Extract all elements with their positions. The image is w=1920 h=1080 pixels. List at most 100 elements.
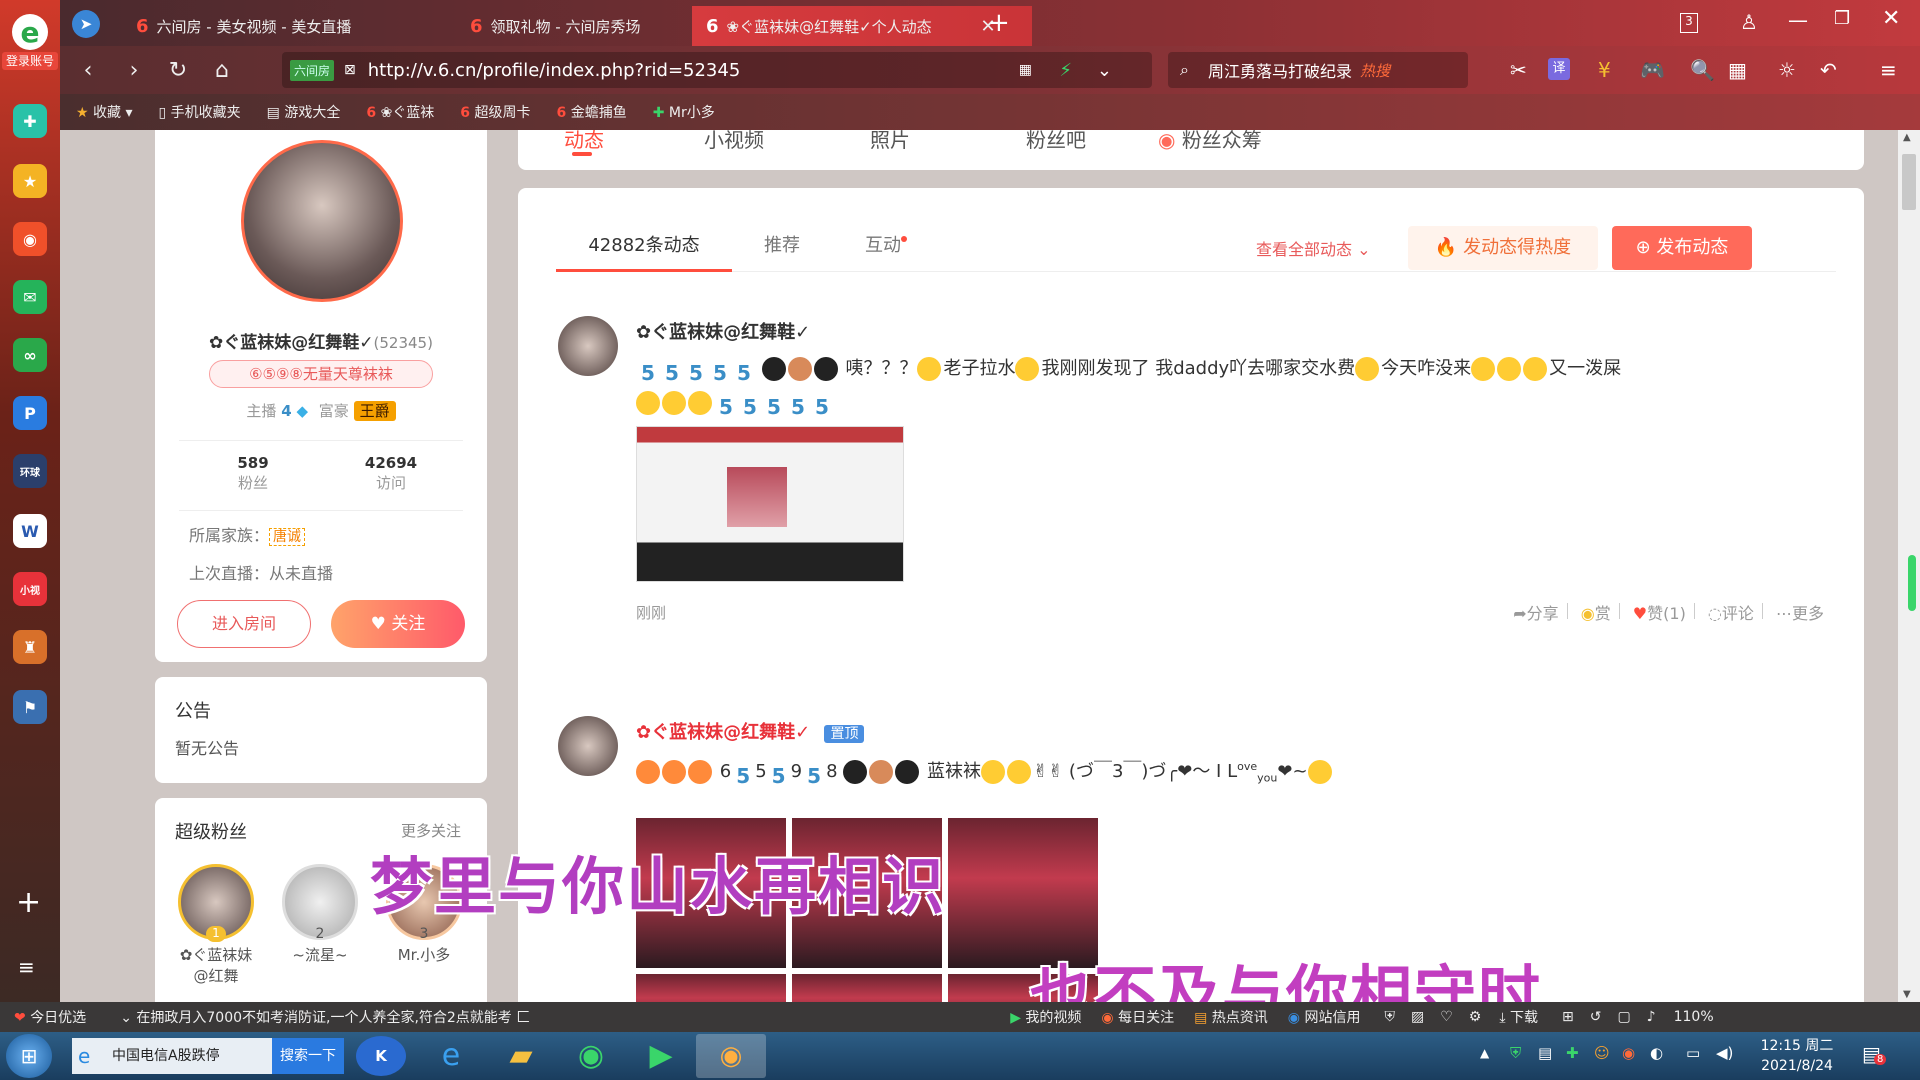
superfan-2[interactable]: 2 ~流星~	[275, 864, 365, 965]
bookmark-profile[interactable]: 6 ❀ぐ蓝袜	[366, 102, 434, 122]
speed-icon[interactable]: ⚙	[1469, 1009, 1482, 1025]
tab-dongtai[interactable]: 动态	[564, 130, 604, 153]
web-credit[interactable]: ◉ 网站信用	[1288, 1007, 1361, 1027]
follow-button[interactable]: ♥ 关注	[331, 600, 465, 648]
today-picks[interactable]: ❤ 今日优选	[14, 1007, 86, 1027]
search-text[interactable]: 周江勇落马打破纪录	[1208, 58, 1352, 82]
apps-grid-icon[interactable]: ▦	[1728, 58, 1747, 82]
sidebar-app-icon-1[interactable]: ✚	[13, 104, 47, 138]
feed-tab-recommend[interactable]: 推荐	[732, 222, 832, 272]
navigator-icon[interactable]: ➤	[72, 10, 100, 38]
scroll-down-icon[interactable]: ▼	[1903, 989, 1911, 1000]
shirt-icon[interactable]: ♙	[1740, 10, 1758, 34]
comment-button[interactable]: ◌评论	[1708, 604, 1754, 623]
post-avatar[interactable]	[558, 716, 618, 776]
post-author[interactable]: ✿ぐ蓝袜妹@红舞鞋✓	[636, 318, 810, 344]
scrollbar-thumb[interactable]	[1902, 154, 1916, 210]
taskbar-folder-icon[interactable]: ▰	[496, 1036, 546, 1076]
post-photo-4[interactable]	[636, 974, 786, 1002]
browser-logo-icon[interactable]: e	[12, 14, 48, 50]
tray-app-icon[interactable]: ◐	[1650, 1044, 1663, 1062]
bookmark-mobile[interactable]: ▯ 手机收藏夹	[159, 102, 241, 122]
link-icon[interactable]: ∞	[13, 338, 47, 372]
tab-3-active[interactable]: 6 ❀ぐ蓝袜妹@红舞鞋✓个人动态 ✕	[692, 6, 1032, 46]
login-button[interactable]: 登录账号	[2, 52, 58, 70]
post-photo-5[interactable]	[792, 974, 942, 1002]
tray-volume-icon[interactable]: ◀)	[1716, 1044, 1733, 1062]
superfan-1[interactable]: 1 ✿ぐ蓝袜妹@红舞	[171, 864, 261, 986]
dropdown-icon[interactable]: ⌄	[1097, 60, 1112, 81]
coin-icon[interactable]: ¥	[1598, 58, 1611, 82]
favorites-star-icon[interactable]: ★	[13, 164, 47, 198]
shield-icon[interactable]: ⛨	[1384, 1009, 1395, 1025]
notification-icon[interactable]: ▤ 8	[1862, 1042, 1887, 1066]
taskbar-browser-icon[interactable]: ◉	[566, 1036, 616, 1076]
share-button[interactable]: ➦分享	[1513, 604, 1558, 623]
reload-button[interactable]: ↻	[162, 54, 194, 86]
boost-button[interactable]: 🔥 发动态得热度	[1408, 226, 1598, 270]
game-app-icon-3[interactable]: ⚑	[13, 690, 47, 724]
scissors-icon[interactable]: ✂	[1510, 58, 1527, 82]
taskbar-game-icon-active[interactable]: ◉	[696, 1034, 766, 1078]
minimize-button[interactable]: —	[1788, 8, 1808, 32]
menu-icon[interactable]: ≡	[18, 955, 35, 979]
add-icon[interactable]: +	[16, 885, 41, 920]
translate-button[interactable]: 译	[1548, 58, 1570, 80]
mail-icon[interactable]: ✉	[13, 280, 47, 314]
window-icon[interactable]: ▢	[1617, 1009, 1630, 1025]
hot-news[interactable]: ▤ 热点资讯	[1194, 1007, 1268, 1027]
bookmark-fishing[interactable]: 6 金蟾捕鱼	[557, 102, 627, 122]
brightness-icon[interactable]: ☼	[1778, 58, 1796, 82]
image-icon[interactable]: ▨	[1411, 1009, 1424, 1025]
tray-game-icon[interactable]: ◉	[1622, 1044, 1635, 1062]
close-window-button[interactable]: ✕	[1882, 6, 1900, 31]
taskbar-ie-icon[interactable]: e	[426, 1036, 476, 1076]
news-taskitem[interactable]: e 中国电信A股跌停	[72, 1038, 272, 1074]
tray-network-icon[interactable]: ▭	[1686, 1044, 1700, 1062]
game-app-icon[interactable]: 环球	[13, 454, 47, 488]
view-all-dropdown[interactable]: 查看全部动态 ⌄	[1256, 236, 1371, 260]
weibo-icon[interactable]: ◉	[13, 222, 47, 256]
new-tab-button[interactable]: +	[988, 8, 1010, 38]
tab-short-video[interactable]: 小视频	[704, 130, 764, 153]
bookmark-games[interactable]: ▤ 游戏大全	[267, 102, 341, 122]
fans-stat[interactable]: 589 粉丝	[203, 454, 303, 493]
tab-crowdfund[interactable]: ◉ 粉丝众筹	[1158, 130, 1262, 153]
zoom-level[interactable]: 110%	[1674, 1009, 1714, 1025]
heartbeat-icon[interactable]: ♡	[1440, 1009, 1453, 1025]
post-avatar[interactable]	[558, 316, 618, 376]
tab-fan-forum[interactable]: 粉丝吧	[1026, 130, 1086, 153]
clock[interactable]: 12:15 周二 2021/8/24	[1752, 1036, 1842, 1076]
bookmark-mrxiaoduo[interactable]: ✚ Mr小多	[653, 102, 715, 122]
forward-button[interactable]: ›	[118, 54, 150, 86]
news-ticker[interactable]: ⌄ 在拥政月入7000不如考消防证,一个人养全家,符合2点就能考 匚	[120, 1007, 980, 1027]
tray-plus-icon[interactable]: ✚	[1566, 1044, 1579, 1062]
p-app-icon[interactable]: P	[13, 396, 47, 430]
feed-tab-all[interactable]: 42882条动态	[556, 222, 732, 272]
back-button[interactable]: ‹	[72, 54, 104, 86]
lightning-icon[interactable]: ⚡	[1059, 60, 1072, 81]
search-box[interactable]: ⌕ 周江勇落马打破纪录 热搜	[1168, 52, 1468, 88]
tray-people-icon[interactable]: ☺	[1594, 1044, 1610, 1062]
download-button[interactable]: ⤓ 下载	[1499, 1007, 1538, 1027]
bookmark-weekly[interactable]: 6 超级周卡	[460, 102, 530, 122]
taskbar-app-k-icon[interactable]: K	[356, 1036, 406, 1076]
qr-icon[interactable]: ▦	[1019, 62, 1032, 78]
tab-photos[interactable]: 照片	[870, 130, 910, 153]
reward-button[interactable]: ◉赏	[1581, 604, 1611, 623]
my-video[interactable]: ▶ 我的视频	[1010, 1007, 1081, 1027]
tray-doc-icon[interactable]: ▤	[1538, 1044, 1552, 1062]
bookmark-favorites[interactable]: ★ 收藏 ▾	[76, 102, 133, 122]
zoom-search-icon[interactable]: 🔍	[1690, 58, 1715, 82]
enter-room-button[interactable]: 进入房间	[177, 600, 311, 648]
avatar[interactable]	[241, 140, 403, 302]
search-once-button[interactable]: 搜索一下	[272, 1038, 344, 1074]
game-app-icon-2[interactable]: ♜	[13, 630, 47, 664]
url-text[interactable]: http://v.6.cn/profile/index.php?rid=5234…	[368, 60, 741, 81]
gamepad-icon[interactable]: 🎮	[1640, 58, 1665, 82]
tab-count-badge[interactable]: 3	[1680, 13, 1698, 33]
word-icon[interactable]: W	[13, 514, 47, 548]
home-button[interactable]: ⌂	[206, 54, 238, 86]
side-handle[interactable]	[1908, 555, 1916, 611]
tab-1[interactable]: 6 六间房 - 美女视频 - 美女直播	[122, 6, 452, 46]
